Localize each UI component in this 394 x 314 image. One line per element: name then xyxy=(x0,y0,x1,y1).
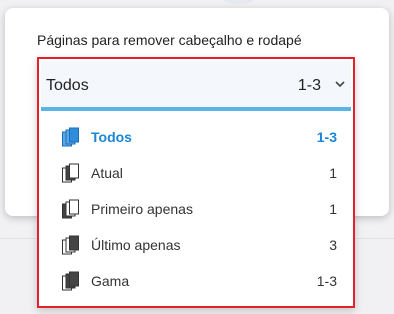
dropdown-trigger[interactable]: Todos 1-3 xyxy=(41,61,351,111)
page-first-icon xyxy=(62,199,79,219)
option-label: Atual xyxy=(91,165,123,181)
option-primeiro-apenas[interactable]: Primeiro apenas 1 xyxy=(41,191,351,227)
option-label: Gama xyxy=(91,273,130,289)
option-count: 1 xyxy=(329,165,337,181)
option-atual[interactable]: Atual 1 xyxy=(41,155,351,191)
option-count: 1 xyxy=(329,201,337,217)
option-label: Último apenas xyxy=(91,237,181,253)
dropdown-selected-value: Todos xyxy=(46,77,89,94)
page-last-icon xyxy=(62,235,79,255)
panel-title: Páginas para remover cabeçalho e rodapé xyxy=(37,32,302,48)
option-gama[interactable]: Gama 1-3 xyxy=(41,263,351,299)
dropdown-options: Todos 1-3 Atual 1 Primeiro apenas 1 Últi… xyxy=(41,119,351,299)
option-label: Todos xyxy=(91,129,132,145)
pages-dropdown: Todos 1-3 Todos 1-3 Atual 1 Primeiro ape… xyxy=(37,57,355,308)
option-todos[interactable]: Todos 1-3 xyxy=(41,119,351,155)
background-control xyxy=(222,0,256,4)
pages-all-icon xyxy=(62,127,79,147)
page-range-icon xyxy=(62,271,79,291)
option-ultimo-apenas[interactable]: Último apenas 3 xyxy=(41,227,351,263)
option-count: 1-3 xyxy=(316,273,337,289)
option-count: 3 xyxy=(329,237,337,253)
dropdown-selected-count: 1-3 xyxy=(297,77,321,94)
page-current-icon xyxy=(62,163,79,183)
chevron-down-icon xyxy=(335,81,345,88)
option-count: 1-3 xyxy=(316,129,337,145)
option-label: Primeiro apenas xyxy=(91,201,193,217)
